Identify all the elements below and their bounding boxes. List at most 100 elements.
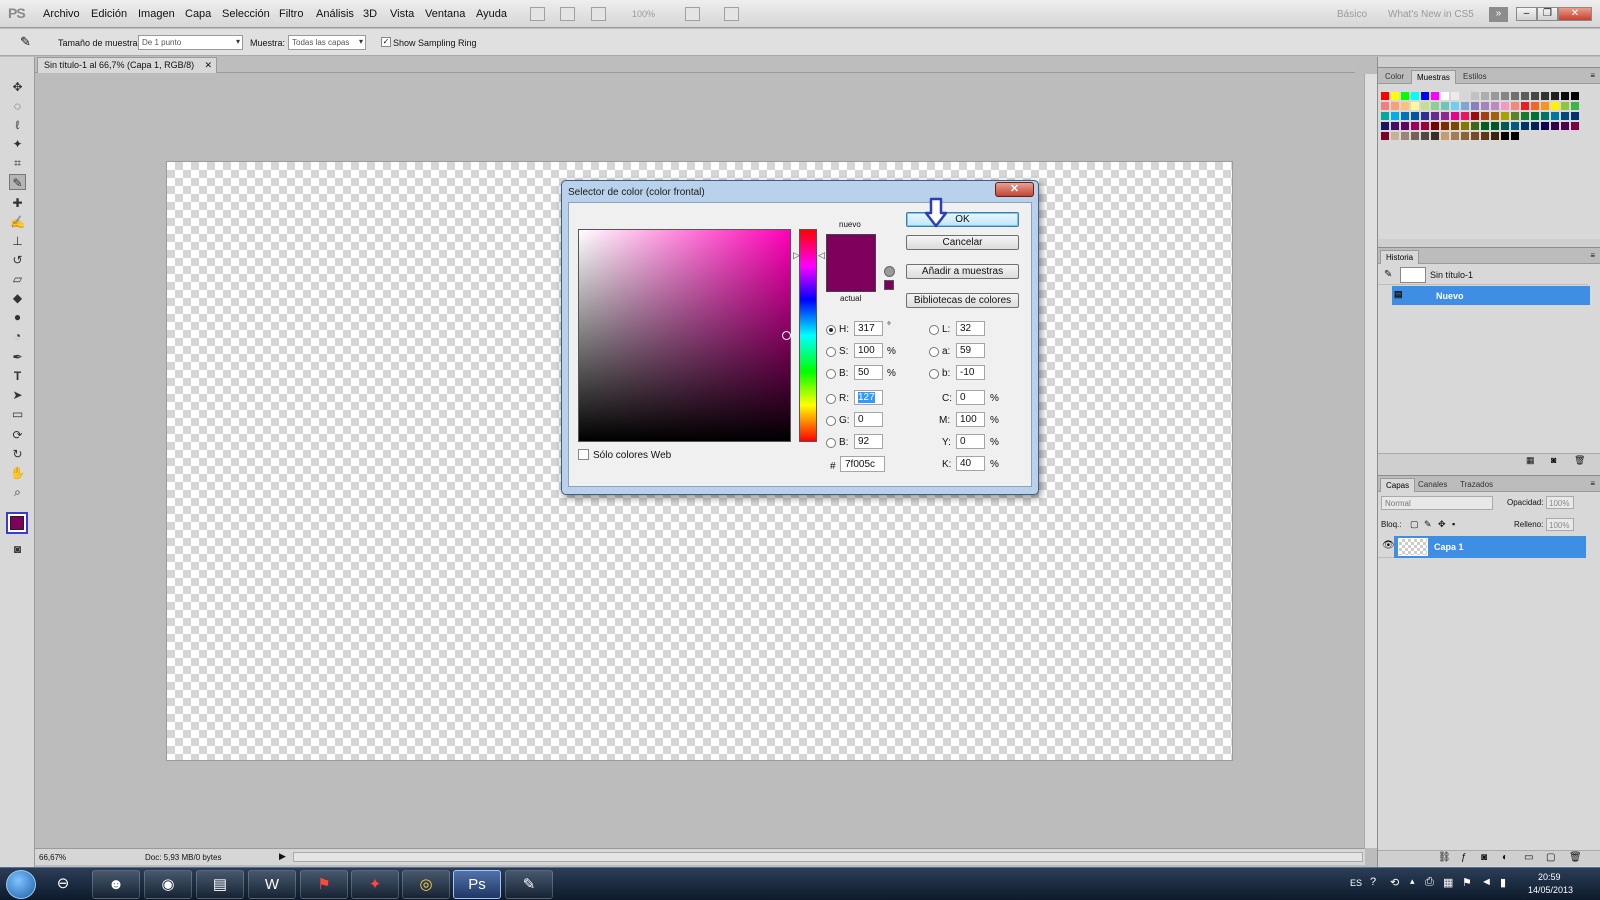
foreground-color-swatch[interactable] [10,516,24,530]
swatch[interactable] [1560,101,1570,111]
yellow-input[interactable]: 0 [956,434,985,449]
swatch[interactable] [1540,111,1550,121]
menu-capa[interactable]: Capa [185,8,211,20]
swatch[interactable] [1410,121,1420,131]
brightness-radio[interactable] [826,369,836,379]
launch-minibridge-button[interactable] [560,7,575,21]
tab-estilos[interactable]: Estilos [1458,70,1492,84]
taskbar-firefox-icon[interactable]: ◉ [144,870,192,899]
swatch[interactable] [1390,91,1400,101]
history-brush-source-icon[interactable]: ✎ [1384,269,1392,280]
swatch[interactable] [1440,101,1450,111]
swatch[interactable] [1490,121,1500,131]
swatch[interactable] [1390,121,1400,131]
swatch[interactable] [1570,111,1580,121]
history-brush-icon[interactable]: ↺ [9,252,26,268]
web-safe-color-swatch[interactable] [884,280,894,290]
swatch[interactable] [1460,131,1470,141]
a-channel-radio[interactable] [929,347,939,357]
black-input[interactable]: 40 [956,456,985,471]
swatch[interactable] [1560,121,1570,131]
volume-icon[interactable]: ◄ [1481,876,1492,888]
saturation-radio[interactable] [826,347,836,357]
swatch[interactable] [1400,91,1410,101]
swatch[interactable] [1390,111,1400,121]
swatch[interactable] [1550,101,1560,111]
swatch[interactable] [1440,111,1450,121]
swatch[interactable] [1520,101,1530,111]
swatch[interactable] [1460,111,1470,121]
delete-layer-icon[interactable]: 🗑 [1569,852,1582,863]
swatch[interactable] [1500,131,1510,141]
canvas-horizontal-scrollbar[interactable] [293,852,1363,862]
sample-size-select[interactable]: De 1 punto [138,35,243,50]
hue-input[interactable]: 317 [854,321,883,336]
menu-filtro[interactable]: Filtro [279,8,303,20]
swatch[interactable] [1470,111,1480,121]
3d-rotate-icon[interactable]: ⟳ [9,427,26,443]
move-tool-icon[interactable]: ✥ [9,79,26,95]
sync-tray-icon[interactable]: ⟲ [1390,876,1399,889]
swatch[interactable] [1400,111,1410,121]
quick-selection-icon[interactable]: ✦ [9,136,26,152]
swatch[interactable] [1480,111,1490,121]
b-channel-input[interactable]: -10 [956,365,985,380]
cyan-input[interactable]: 0 [956,390,985,405]
lasso-tool-icon[interactable]: ℓ [9,117,26,133]
cancel-button[interactable]: Cancelar [906,235,1019,250]
paint-bucket-icon[interactable]: ◆ [9,290,26,306]
lock-pixels-icon[interactable]: ✎ [1424,519,1432,530]
green-radio[interactable] [826,416,836,426]
blend-mode-select[interactable]: Normal [1381,496,1493,510]
screen-mode-button[interactable] [724,7,739,21]
tab-color[interactable]: Color [1380,70,1409,84]
dodge-tool-icon[interactable]: ◔ [9,328,26,344]
history-snapshot-row[interactable]: ✎ Sin título-1 [1378,265,1588,285]
current-color-swatch[interactable] [826,263,876,292]
lock-all-icon[interactable]: ▪ [1452,519,1455,529]
menu-vista[interactable]: Vista [390,8,414,20]
swatch[interactable] [1380,111,1390,121]
swatch[interactable] [1530,111,1540,121]
clock-time[interactable]: 20:59 [1538,872,1561,882]
path-selection-icon[interactable]: ➤ [9,387,26,403]
swatch[interactable] [1420,91,1430,101]
swatch[interactable] [1530,121,1540,131]
network-tray-icon[interactable]: ▦ [1443,876,1453,889]
swatch[interactable] [1420,121,1430,131]
swatch[interactable] [1420,101,1430,111]
start-button-icon[interactable] [6,870,36,899]
swatch[interactable] [1430,131,1440,141]
swatch[interactable] [1390,101,1400,111]
swatch[interactable] [1480,101,1490,111]
swatch[interactable] [1490,91,1500,101]
eye-icon[interactable]: 👁 [1382,540,1395,551]
delete-state-icon[interactable]: 🗑 [1574,455,1585,466]
swatch[interactable] [1440,91,1450,101]
menu-edicion[interactable]: Edición [91,8,127,20]
history-state-row[interactable]: ▤ Nuevo [1392,286,1590,305]
launch-bridge-button[interactable] [530,7,545,21]
swatch[interactable] [1510,131,1520,141]
swatch[interactable] [1550,111,1560,121]
taskbar-paint-icon[interactable]: ✎ [505,870,553,899]
status-menu-arrow-icon[interactable]: ▶ [279,851,286,862]
saturation-input[interactable]: 100 [854,343,883,358]
color-libraries-button[interactable]: Bibliotecas de colores [906,293,1019,308]
swatch[interactable] [1420,131,1430,141]
taskbar-acrobat-icon[interactable]: ⚑ [300,870,348,899]
menu-seleccion[interactable]: Selección [222,8,270,20]
swatch[interactable] [1490,111,1500,121]
red-radio[interactable] [826,394,836,404]
swatch[interactable] [1430,91,1440,101]
menu-ayuda[interactable]: Ayuda [476,8,507,20]
swatch[interactable] [1380,121,1390,131]
swatch[interactable] [1400,121,1410,131]
swatch[interactable] [1500,91,1510,101]
swatch[interactable] [1510,121,1520,131]
signal-icon[interactable]: ▮ [1500,876,1506,889]
swatch[interactable] [1410,131,1420,141]
swatch[interactable] [1450,91,1460,101]
new-layer-icon[interactable]: ▢ [1546,852,1555,863]
taskbar-messenger-icon[interactable]: ☻ [92,870,140,899]
